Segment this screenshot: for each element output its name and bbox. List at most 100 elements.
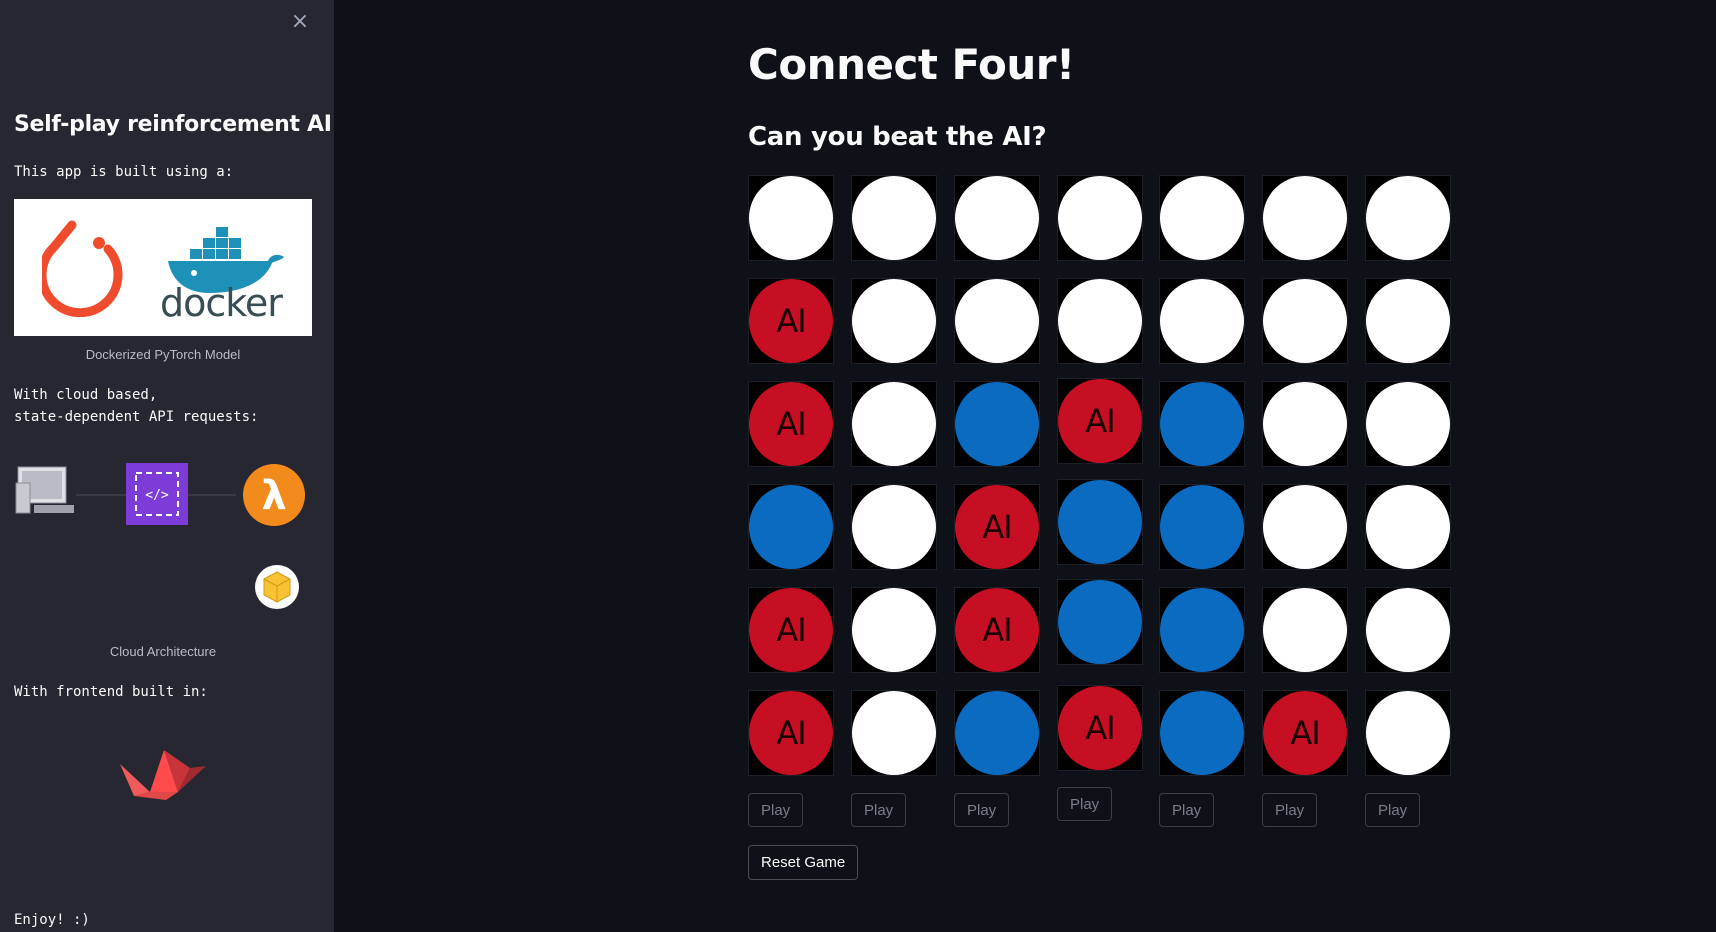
- player-disc: [1058, 580, 1142, 664]
- empty-slot: [1160, 176, 1244, 260]
- empty-slot: [852, 485, 936, 569]
- board-cell: AI: [748, 690, 834, 776]
- api-gateway-icon: </>: [126, 463, 188, 525]
- board-cell: [748, 175, 834, 261]
- board-cell: [1365, 381, 1451, 467]
- package-icon: [255, 565, 299, 609]
- play-column-button[interactable]: Play: [954, 793, 1010, 827]
- board-cell: [1365, 278, 1451, 364]
- empty-slot: [749, 176, 833, 260]
- ai-disc: AI: [1058, 686, 1142, 770]
- built-with-text: This app is built using a:: [14, 164, 234, 180]
- empty-slot: [1366, 176, 1450, 260]
- ai-disc: AI: [955, 588, 1039, 672]
- play-column-button[interactable]: Play: [851, 793, 907, 827]
- board-cell: [851, 484, 937, 570]
- board-cell: [1365, 484, 1451, 570]
- player-disc: [1160, 588, 1244, 672]
- board-cell: [851, 690, 937, 776]
- empty-slot: [852, 382, 936, 466]
- board-cell: [1057, 479, 1143, 565]
- logo-caption: Dockerized PyTorch Model: [85, 347, 241, 362]
- empty-slot: [852, 691, 936, 775]
- empty-slot: [852, 176, 936, 260]
- board-cell: [748, 484, 834, 570]
- play-column-button[interactable]: Play: [1262, 793, 1318, 827]
- tech-logos-image: docker: [14, 199, 312, 336]
- play-column-button[interactable]: Play: [1365, 793, 1421, 827]
- computer-icon: [15, 466, 74, 514]
- board-cell: [1159, 278, 1245, 364]
- empty-slot: [1366, 279, 1450, 363]
- empty-slot: [1263, 382, 1347, 466]
- streamlit-boat-icon: [120, 750, 206, 800]
- board-cell: [1159, 175, 1245, 261]
- player-disc: [955, 691, 1039, 775]
- svg-text:λ: λ: [261, 473, 286, 519]
- player-disc: [1160, 382, 1244, 466]
- empty-slot: [955, 279, 1039, 363]
- empty-slot: [1366, 588, 1450, 672]
- player-disc: [1160, 691, 1244, 775]
- empty-slot: [1263, 485, 1347, 569]
- cloud-text: With cloud based, state-dependent API re…: [14, 387, 259, 425]
- board-cell: [1057, 278, 1143, 364]
- reset-game-button[interactable]: Reset Game: [748, 845, 859, 880]
- board-cell: [954, 278, 1040, 364]
- play-column-button[interactable]: Play: [1057, 787, 1113, 821]
- ai-disc: AI: [1263, 691, 1347, 775]
- play-column-button[interactable]: Play: [748, 793, 804, 827]
- board-cell: AI: [1057, 378, 1143, 464]
- board-cell: AI: [954, 484, 1040, 570]
- ai-disc: AI: [749, 691, 833, 775]
- page-title: Connect Four!: [748, 40, 1075, 89]
- empty-slot: [955, 176, 1039, 260]
- player-disc: [955, 382, 1039, 466]
- player-disc: [1160, 485, 1244, 569]
- board-cell: AI: [954, 587, 1040, 673]
- empty-slot: [1366, 382, 1450, 466]
- board-cell: [1262, 278, 1348, 364]
- board-cell: [851, 587, 937, 673]
- board-cell: [851, 278, 937, 364]
- docker-wordmark: docker: [160, 281, 283, 325]
- empty-slot: [1263, 176, 1347, 260]
- empty-slot: [1263, 279, 1347, 363]
- board-cell: [1365, 587, 1451, 673]
- empty-slot: [852, 279, 936, 363]
- close-icon[interactable]: ×: [288, 10, 312, 34]
- cloud-architecture-diagram: </> λ: [15, 463, 305, 609]
- ai-disc: AI: [955, 485, 1039, 569]
- board-cell: [1262, 175, 1348, 261]
- empty-slot: [1263, 588, 1347, 672]
- enjoy-text: Enjoy! :): [14, 912, 90, 928]
- svg-text:</>: </>: [145, 488, 169, 503]
- board-cell: AI: [748, 278, 834, 364]
- play-column-button[interactable]: Play: [1159, 793, 1215, 827]
- sidebar-title: Self-play reinforcement AI: [14, 112, 332, 137]
- board-cell: [1159, 381, 1245, 467]
- board-cell: [1057, 579, 1143, 665]
- board-cell: [954, 381, 1040, 467]
- sidebar: × Self-play reinforcement AI This app is…: [0, 0, 334, 932]
- ai-disc: AI: [749, 588, 833, 672]
- board-cell: AI: [1262, 690, 1348, 776]
- board-cell: [1057, 175, 1143, 261]
- player-disc: [1058, 480, 1142, 564]
- frontend-text: With frontend built in:: [14, 684, 208, 700]
- lambda-icon: λ: [243, 464, 305, 526]
- player-disc: [749, 485, 833, 569]
- board-cell: AI: [748, 381, 834, 467]
- empty-slot: [1160, 279, 1244, 363]
- board-cell: [954, 175, 1040, 261]
- board-cell: [1365, 175, 1451, 261]
- board-cell: [1262, 381, 1348, 467]
- architecture-caption: Cloud Architecture: [109, 644, 217, 659]
- ai-disc: AI: [749, 382, 833, 466]
- board-cell: [954, 690, 1040, 776]
- ai-disc: AI: [1058, 379, 1142, 463]
- empty-slot: [1058, 279, 1142, 363]
- board-cell: [1262, 587, 1348, 673]
- pytorch-logo-icon: [42, 220, 123, 317]
- board-cell: [1262, 484, 1348, 570]
